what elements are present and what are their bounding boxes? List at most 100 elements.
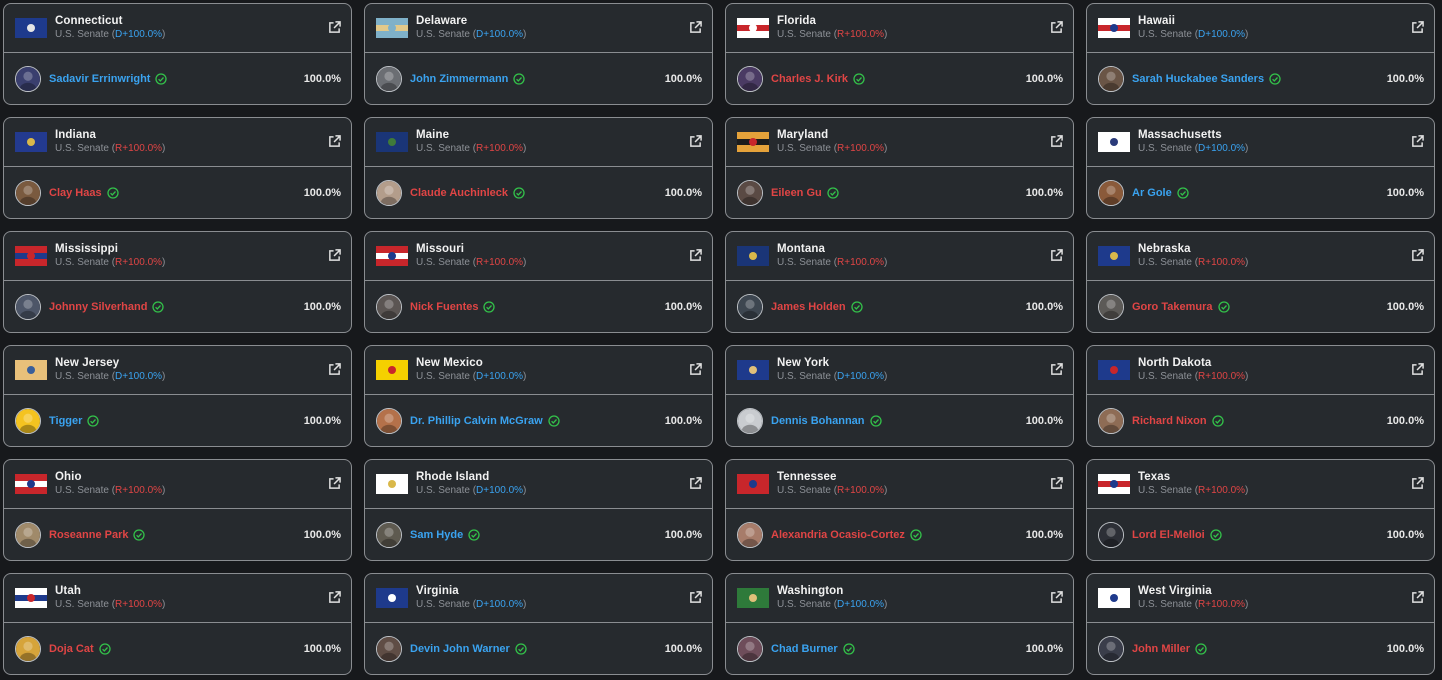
candidate-name[interactable]: Sarah Huckabee Sanders <box>1132 73 1264 85</box>
external-link-icon[interactable] <box>1050 591 1063 604</box>
external-link-icon[interactable] <box>1411 477 1424 490</box>
external-link-icon[interactable] <box>689 591 702 604</box>
state-name: Indiana <box>55 129 96 141</box>
race-label: U.S. Senate (D+100.0%) <box>777 370 887 384</box>
candidate-name[interactable]: Clay Haas <box>49 187 102 199</box>
candidate-avatar <box>15 635 41 662</box>
race-card-body: Alexandria Ocasio-Cortez 100.0% <box>726 509 1073 560</box>
state-flag-icon <box>1098 360 1130 380</box>
candidate-name[interactable]: Richard Nixon <box>1132 415 1207 427</box>
state-name: Rhode Island <box>416 471 490 483</box>
state-flag-icon <box>376 474 408 494</box>
state-flag-icon <box>737 132 769 152</box>
external-link-icon[interactable] <box>328 363 341 376</box>
race-margin: +100.0% <box>844 257 885 268</box>
candidate-name[interactable]: Sadavir Errinwright <box>49 73 150 85</box>
candidate-name[interactable]: Devin John Warner <box>410 643 510 655</box>
state-flag-icon <box>376 18 408 38</box>
external-link-icon[interactable] <box>1411 135 1424 148</box>
race-prefix: U.S. Senate ( <box>1138 29 1199 40</box>
candidate-name[interactable]: James Holden <box>771 301 846 313</box>
external-link-icon[interactable] <box>1050 363 1063 376</box>
candidate-name[interactable]: Charles J. Kirk <box>771 73 848 85</box>
candidate-name[interactable]: Chad Burner <box>771 643 838 655</box>
external-link-icon[interactable] <box>689 135 702 148</box>
candidate-avatar <box>376 65 402 92</box>
candidate-name[interactable]: Claude Auchinleck <box>410 187 508 199</box>
candidate-name[interactable]: Johnny Silverhand <box>49 301 147 313</box>
candidate-name[interactable]: Alexandria Ocasio-Cortez <box>771 529 905 541</box>
external-link-icon[interactable] <box>328 21 341 34</box>
state-name: Delaware <box>416 15 468 27</box>
external-link-icon[interactable] <box>1050 249 1063 262</box>
race-label: U.S. Senate (R+100.0%) <box>777 28 887 42</box>
race-suffix: ) <box>162 485 166 496</box>
external-link-icon[interactable] <box>689 363 702 376</box>
state-name: Utah <box>55 585 81 597</box>
candidate-name[interactable]: John Miller <box>1132 643 1190 655</box>
external-link-icon[interactable] <box>1411 363 1424 376</box>
race-suffix: ) <box>162 29 166 40</box>
external-link-icon[interactable] <box>1050 135 1063 148</box>
vote-percentage: 100.0% <box>303 414 341 427</box>
external-link-icon[interactable] <box>328 249 341 262</box>
external-link-icon[interactable] <box>1411 249 1424 262</box>
candidate-name[interactable]: Ar Gole <box>1132 187 1172 199</box>
vote-percentage: 100.0% <box>303 186 341 199</box>
candidate-name[interactable]: Lord El-Melloi <box>1132 529 1205 541</box>
vote-percentage: 100.0% <box>1386 414 1424 427</box>
candidate-name[interactable]: Nick Fuentes <box>410 301 478 313</box>
race-label: U.S. Senate (D+100.0%) <box>55 28 165 42</box>
race-card-body: Sam Hyde 100.0% <box>365 509 712 560</box>
external-link-icon[interactable] <box>689 21 702 34</box>
race-label: U.S. Senate (R+100.0%) <box>1138 598 1248 612</box>
check-circle-icon <box>1195 642 1207 655</box>
candidate-name[interactable]: Dennis Bohannan <box>771 415 865 427</box>
vote-percentage: 100.0% <box>664 300 702 313</box>
state-flag-icon <box>15 474 47 494</box>
race-card-body: Sadavir Errinwright 100.0% <box>4 53 351 104</box>
candidate-avatar <box>15 293 41 320</box>
external-link-icon[interactable] <box>328 135 341 148</box>
candidate-name[interactable]: Doja Cat <box>49 643 94 655</box>
race-card-body: Goro Takemura 100.0% <box>1087 281 1434 332</box>
race-card: Delaware U.S. Senate (D+100.0%) John Zim… <box>364 3 713 105</box>
race-card-header: Mississippi U.S. Senate (R+100.0%) <box>4 232 351 281</box>
race-suffix: ) <box>162 143 166 154</box>
state-name: Washington <box>777 585 844 597</box>
candidate-name[interactable]: John Zimmermann <box>410 73 508 85</box>
external-link-icon[interactable] <box>1050 477 1063 490</box>
race-label: U.S. Senate (D+100.0%) <box>1138 142 1248 156</box>
race-prefix: U.S. Senate ( <box>416 371 477 382</box>
candidate-name[interactable]: Goro Takemura <box>1132 301 1213 313</box>
candidate-name[interactable]: Roseanne Park <box>49 529 128 541</box>
race-card-header: New York U.S. Senate (D+100.0%) <box>726 346 1073 395</box>
external-link-icon[interactable] <box>689 249 702 262</box>
check-circle-icon <box>1211 414 1224 427</box>
check-circle-icon <box>850 300 863 313</box>
race-card-header: Virginia U.S. Senate (D+100.0%) <box>365 574 712 623</box>
external-link-icon[interactable] <box>689 477 702 490</box>
race-card-header: Delaware U.S. Senate (D+100.0%) <box>365 4 712 53</box>
race-label: U.S. Senate (R+100.0%) <box>777 142 887 156</box>
candidate-name[interactable]: Eileen Gu <box>771 187 822 199</box>
race-margin: +100.0% <box>1205 371 1246 382</box>
vote-percentage: 100.0% <box>664 642 702 655</box>
candidate-avatar <box>737 407 763 434</box>
external-link-icon[interactable] <box>328 477 341 490</box>
state-name: West Virginia <box>1138 585 1212 597</box>
external-link-icon[interactable] <box>1050 21 1063 34</box>
candidate-name[interactable]: Dr. Phillip Calvin McGraw <box>410 415 543 427</box>
race-card-body: Clay Haas 100.0% <box>4 167 351 218</box>
race-card: Massachusetts U.S. Senate (D+100.0%) Ar … <box>1086 117 1435 219</box>
race-card-body: Eileen Gu 100.0% <box>726 167 1073 218</box>
external-link-icon[interactable] <box>1411 21 1424 34</box>
external-link-icon[interactable] <box>1411 591 1424 604</box>
race-prefix: U.S. Senate ( <box>777 599 838 610</box>
candidate-name[interactable]: Sam Hyde <box>410 529 463 541</box>
race-card: North Dakota U.S. Senate (R+100.0%) Rich… <box>1086 345 1435 447</box>
external-link-icon[interactable] <box>328 591 341 604</box>
check-circle-icon <box>483 300 496 313</box>
check-circle-icon <box>513 72 526 85</box>
candidate-name[interactable]: Tigger <box>49 415 82 427</box>
